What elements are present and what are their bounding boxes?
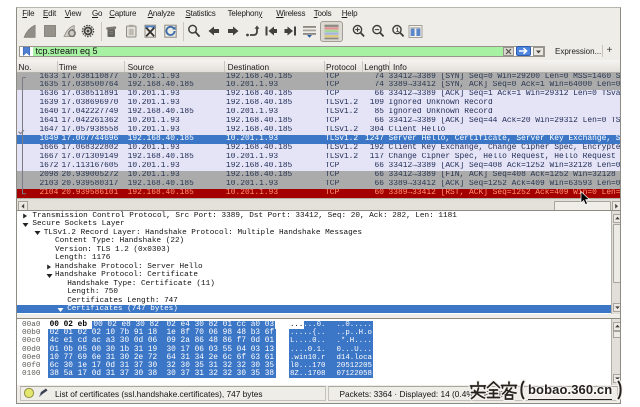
svg-text:1: 1 [396, 27, 400, 34]
